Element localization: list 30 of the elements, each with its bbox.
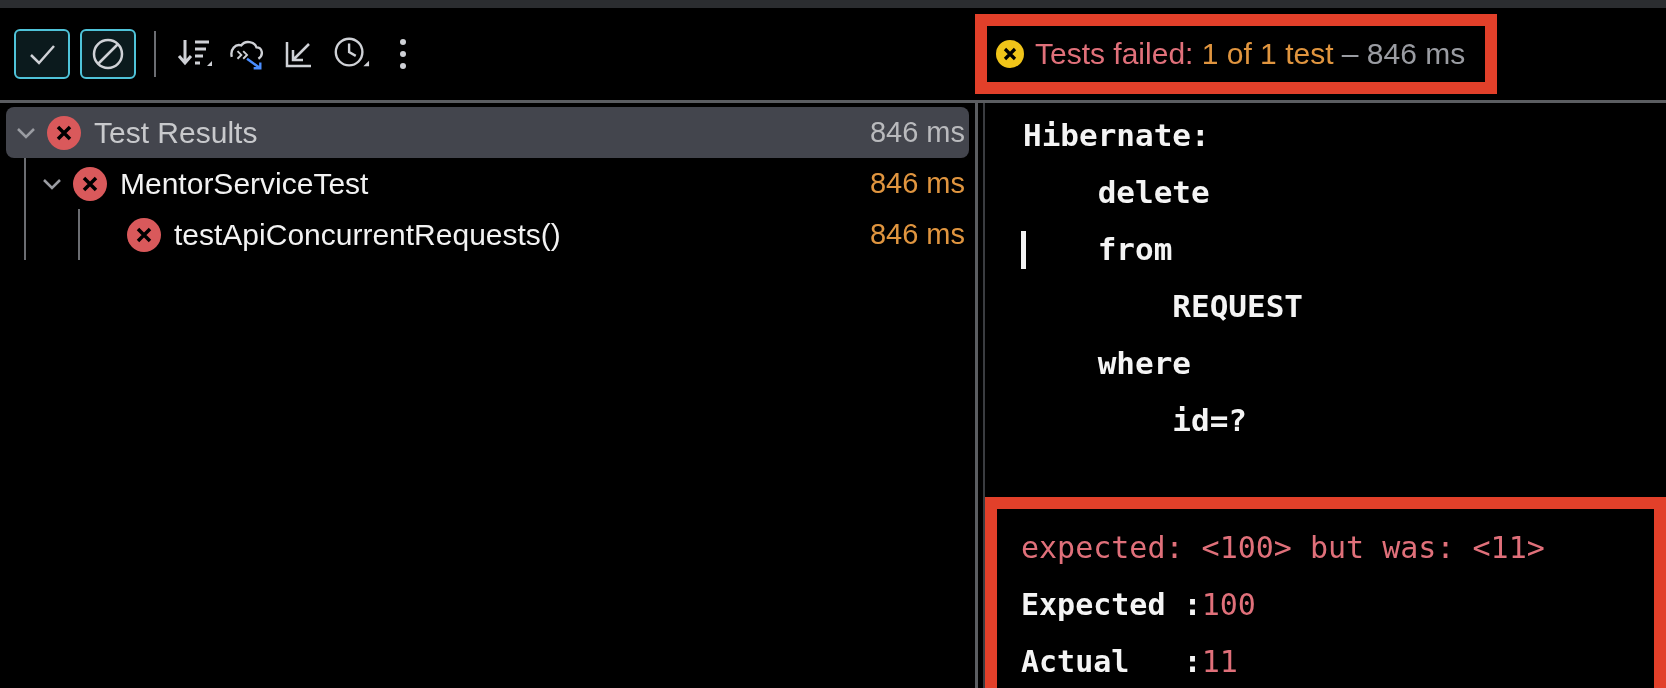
console-line: delete <box>1096 173 1211 212</box>
value-text: 100 <box>1201 586 1256 624</box>
status-text: Tests failed: 1 of 1 test – 846 ms <box>1035 37 1466 71</box>
error-icon <box>72 165 108 202</box>
stop-icon <box>91 37 125 71</box>
tree-row[interactable]: MentorServiceTest 846 ms <box>32 158 969 209</box>
duration-text: 846 ms <box>869 218 965 251</box>
console-line: where <box>1096 344 1192 383</box>
tree-label: testApiConcurrentRequests() <box>174 217 561 252</box>
console-line: Hibernate: <box>1022 116 1211 155</box>
toolbar-button[interactable] <box>80 29 136 79</box>
error-icon <box>46 114 82 151</box>
value-text: 11 <box>1201 643 1238 681</box>
value-label: Actual : <box>1021 643 1202 681</box>
splitter[interactable] <box>975 103 985 688</box>
tree-row[interactable]: testApiConcurrentRequests() 846 ms <box>86 209 969 260</box>
more-icon <box>399 38 407 70</box>
duration-text: 846 ms <box>869 167 965 200</box>
error-icon <box>995 39 1025 69</box>
tree-label: Test Results <box>94 115 258 150</box>
console-line: REQUEST <box>1171 287 1304 326</box>
tree-label: MentorServiceTest <box>120 166 369 201</box>
toolbar-button[interactable] <box>14 29 70 79</box>
console-line: id=? <box>1171 401 1248 440</box>
tree-row[interactable]: Test Results 846 ms <box>6 107 969 158</box>
error-icon <box>126 216 162 253</box>
console-line: from <box>985 221 1666 278</box>
value-label: Expected : <box>1021 586 1202 624</box>
duration-text: 846 ms <box>869 116 965 149</box>
error-message: expected: <100> but was: <11> <box>1021 529 1546 567</box>
